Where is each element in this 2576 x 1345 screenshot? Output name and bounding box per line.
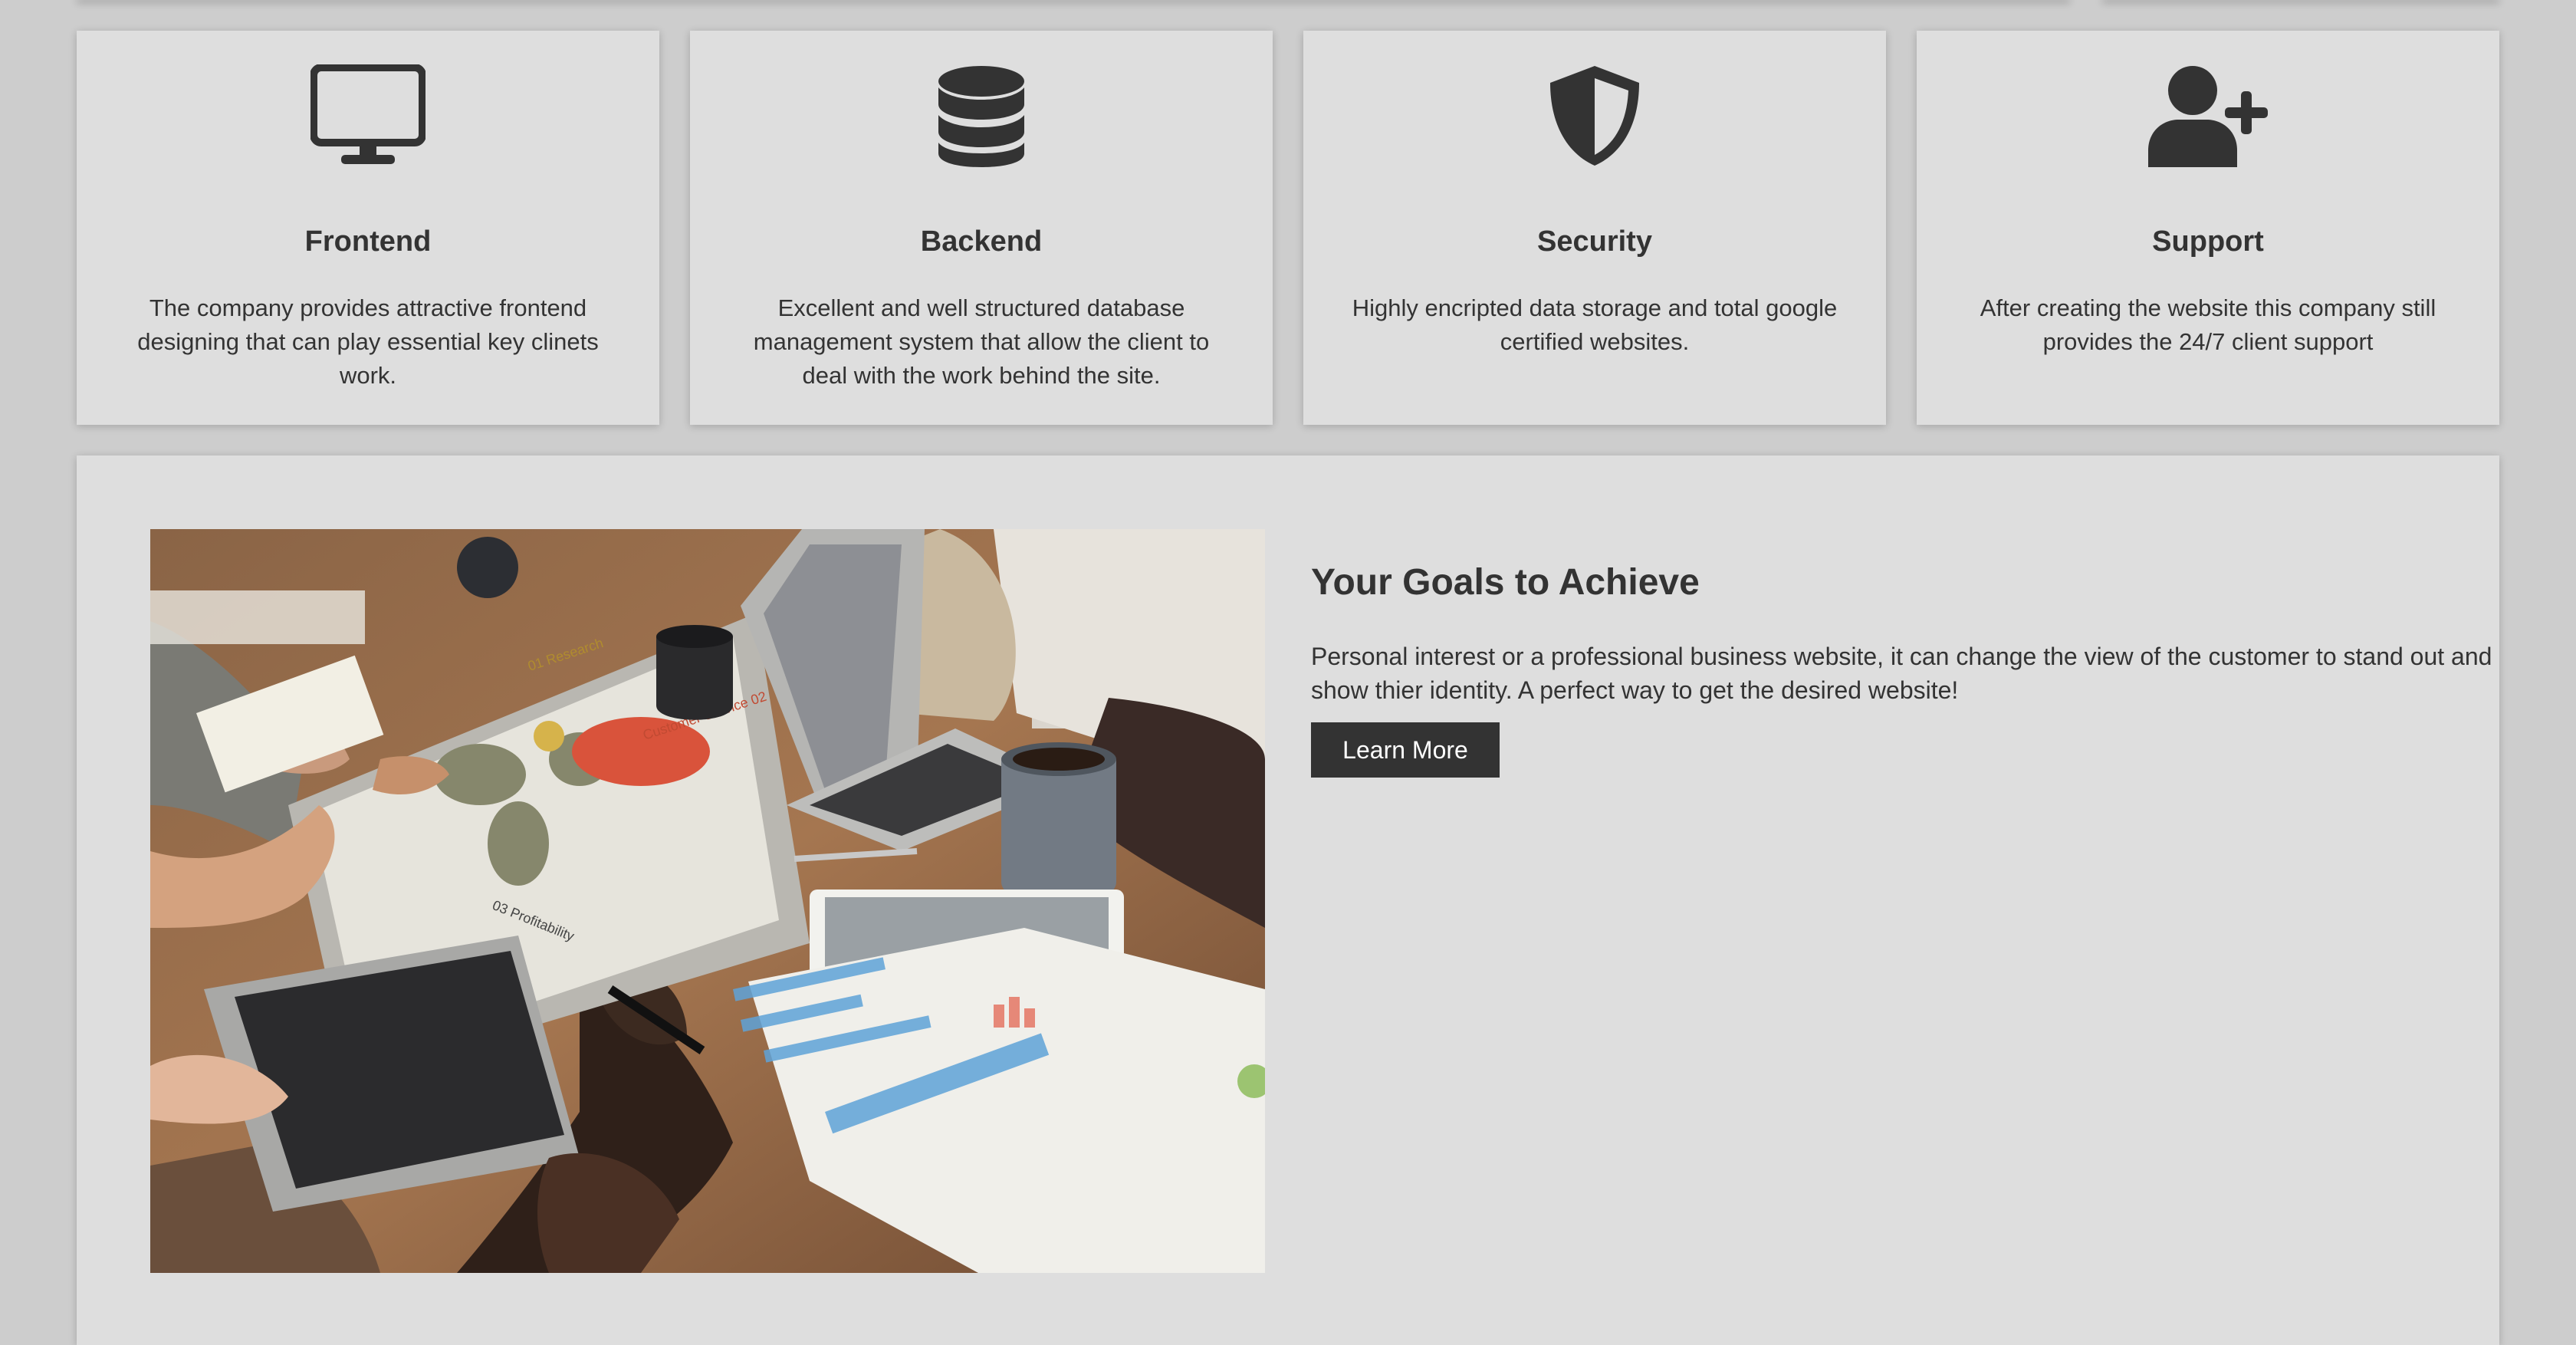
goals-section: 01 Research Customer Service 02 03 Profi… [77,455,2499,1345]
service-card-support: Support After creating the website this … [1917,31,2499,425]
learn-more-button[interactable]: Learn More [1311,722,1500,778]
service-card-frontend: Frontend The company provides attractive… [77,31,659,425]
user-plus-icon [1917,64,2499,167]
services-section: Frontend The company provides attractive… [77,31,2499,425]
meeting-photo: 01 Research Customer Service 02 03 Profi… [150,529,1265,1273]
goals-description: Personal interest or a professional busi… [1311,643,2492,704]
shield-icon [1303,64,1886,167]
service-title: Frontend [304,225,432,258]
database-icon [690,64,1273,167]
monitor-icon [77,64,659,167]
service-description: Excellent and well structured database m… [753,294,1210,389]
service-title: Support [2152,225,2264,258]
service-description: After creating the website this company … [1980,294,2436,355]
service-card-backend: Backend Excellent and well structured da… [690,31,1273,425]
service-title: Security [1537,225,1652,258]
service-card-security: Security Highly encripted data storage a… [1303,31,1886,425]
service-description: Highly encripted data storage and total … [1352,294,1838,355]
goals-title: Your Goals to Achieve [1311,562,1700,603]
service-description: The company provides attractive frontend… [137,294,599,389]
service-title: Backend [920,225,1043,258]
